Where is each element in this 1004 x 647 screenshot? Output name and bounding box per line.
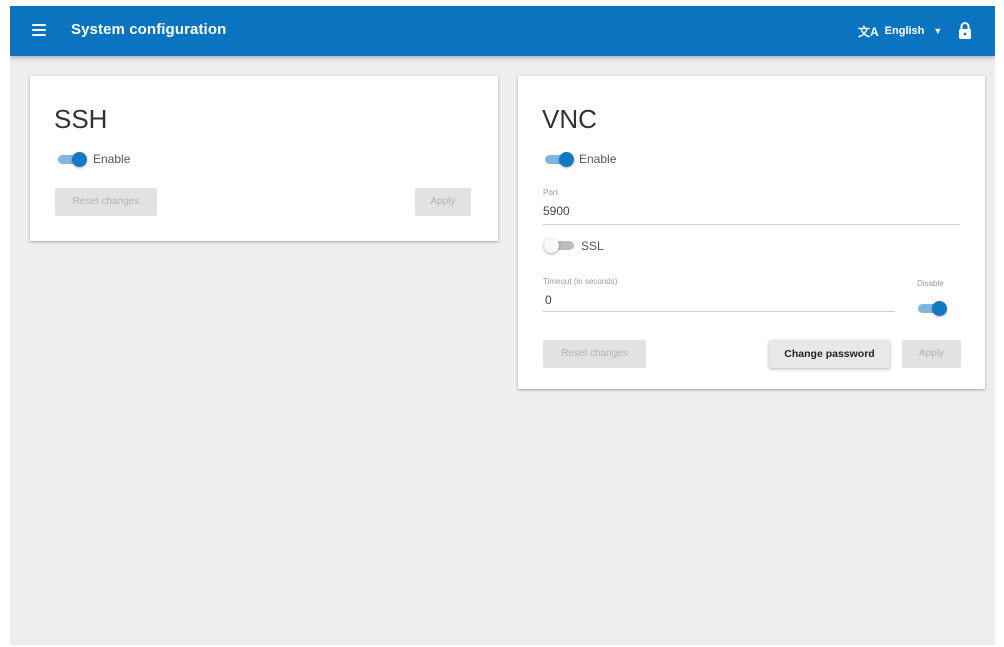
vnc-card: VNC Enable Port 5900 SSL Timeout (in sec… — [518, 76, 985, 389]
language-selector[interactable]: 文A English ▼ — [858, 21, 942, 41]
lock-icon[interactable] — [957, 21, 973, 39]
translate-icon: 文A — [858, 24, 879, 39]
vnc-enable-toggle[interactable] — [543, 151, 575, 167]
ssh-apply-button[interactable]: Apply — [415, 188, 471, 216]
vnc-enable-label: Enable — [579, 152, 617, 166]
ssl-toggle[interactable] — [544, 237, 576, 253]
timeout-field[interactable]: 0 — [545, 293, 552, 307]
menu-icon[interactable] — [32, 24, 46, 36]
ssh-enable-toggle[interactable] — [56, 151, 88, 167]
disable-timeout-label: Disable — [917, 279, 944, 288]
ssh-title: SSH — [54, 104, 108, 134]
port-field-label: Port — [543, 188, 558, 197]
vnc-apply-button[interactable]: Apply — [902, 340, 961, 368]
port-field-underline — [543, 224, 960, 225]
disable-timeout-toggle[interactable] — [916, 300, 948, 316]
top-app-bar: System configuration 文A English ▼ — [10, 6, 995, 56]
change-password-button[interactable]: Change password — [769, 340, 890, 368]
ssh-reset-changes-button[interactable]: Reset changes — [55, 188, 157, 216]
ssl-label: SSL — [581, 239, 604, 253]
page-title: System configuration — [71, 21, 227, 38]
app-container: System configuration 文A English ▼ SSH En… — [10, 6, 995, 645]
timeout-field-underline — [543, 311, 895, 312]
vnc-reset-changes-button[interactable]: Reset changes — [543, 340, 646, 368]
vnc-title: VNC — [542, 104, 597, 134]
timeout-field-label: Timeout (in seconds) — [543, 277, 618, 286]
port-field[interactable]: 5900 — [543, 204, 570, 218]
ssh-enable-label: Enable — [93, 152, 131, 166]
ssh-card: SSH Enable Reset changes Apply — [30, 76, 498, 241]
chevron-down-icon: ▼ — [933, 26, 943, 36]
language-label: English — [884, 25, 925, 37]
